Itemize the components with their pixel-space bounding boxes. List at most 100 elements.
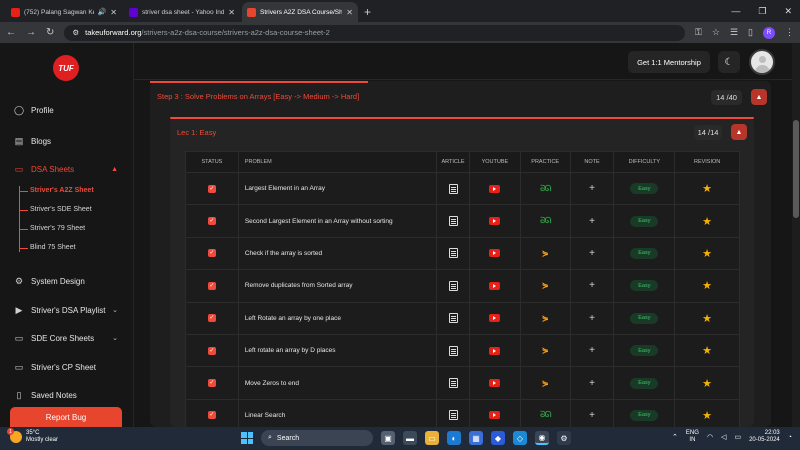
reload-icon[interactable]: ↻ bbox=[46, 27, 54, 38]
problem-name[interactable]: Left rotate an array by D places bbox=[239, 334, 438, 367]
minimize-icon[interactable]: — bbox=[731, 6, 740, 16]
browser-tab-youtube[interactable]: (752) Palang Sagwan Ke | Kh 🔊 ✕ bbox=[6, 2, 122, 22]
gfg-icon[interactable]: ᘐᘏ bbox=[540, 184, 551, 194]
volume-icon[interactable]: ◁ bbox=[721, 433, 726, 441]
youtube-icon[interactable] bbox=[489, 346, 501, 355]
chrome-icon[interactable]: ◉ bbox=[535, 431, 549, 445]
revision-star-icon[interactable]: ★ bbox=[702, 182, 712, 195]
gfg-icon[interactable]: ᘐᘏ bbox=[540, 216, 551, 226]
tray-chevron-icon[interactable]: ⌃ bbox=[672, 433, 678, 441]
url-field[interactable]: ⚙ takeuforward.org/strivers-a2z-dsa-cour… bbox=[64, 24, 686, 41]
edge-icon[interactable]: ◐ bbox=[447, 431, 461, 445]
youtube-icon[interactable] bbox=[489, 379, 501, 388]
article-icon[interactable] bbox=[448, 248, 458, 259]
article-icon[interactable] bbox=[448, 378, 458, 389]
file-explorer-icon[interactable]: ▭ bbox=[425, 431, 439, 445]
wifi-icon[interactable]: ◠ bbox=[707, 433, 713, 441]
sidebar-icon[interactable]: ▯ bbox=[748, 27, 753, 38]
codingninjas-icon[interactable]: ⋟ bbox=[542, 314, 549, 323]
codingninjas-icon[interactable]: ⋟ bbox=[542, 249, 549, 258]
sidebar-item-dsa-playlist[interactable]: ▶ Striver's DSA Playlist ⌄ bbox=[14, 305, 126, 315]
sidebar-item-system-design[interactable]: ⚙ System Design bbox=[14, 276, 126, 286]
close-tab-icon[interactable]: ✕ bbox=[110, 8, 117, 17]
article-icon[interactable] bbox=[448, 313, 458, 324]
language-indicator[interactable]: ENG IN bbox=[686, 430, 699, 444]
status-checkbox[interactable]: ✓ bbox=[207, 217, 216, 226]
scrollbar-thumb[interactable] bbox=[793, 120, 799, 218]
codingninjas-icon[interactable]: ⋟ bbox=[542, 281, 549, 290]
sidebar-item-blogs[interactable]: ▤ Blogs bbox=[14, 136, 126, 146]
tuf-logo[interactable]: TUF bbox=[53, 55, 79, 81]
user-avatar[interactable] bbox=[749, 49, 775, 75]
subitem-79-sheet[interactable]: Striver's 79 Sheet bbox=[30, 225, 85, 232]
close-tab-icon[interactable]: ✕ bbox=[346, 8, 353, 17]
notification-icon[interactable]: ◔ bbox=[788, 434, 792, 441]
add-note-icon[interactable]: + bbox=[589, 410, 595, 421]
revision-star-icon[interactable]: ★ bbox=[702, 377, 712, 390]
lecture-collapse-button[interactable]: ▲ bbox=[731, 124, 747, 140]
youtube-icon[interactable] bbox=[489, 411, 501, 420]
step-title[interactable]: Step 3 : Solve Problems on Arrays [Easy … bbox=[157, 92, 359, 101]
add-note-icon[interactable]: + bbox=[589, 183, 595, 194]
revision-star-icon[interactable]: ★ bbox=[702, 312, 712, 325]
sidebar-item-dsa-sheets[interactable]: ▭ DSA Sheets ▲ bbox=[14, 164, 126, 174]
star-bookmark-icon[interactable]: ☆ bbox=[712, 27, 720, 38]
status-checkbox[interactable]: ✓ bbox=[207, 379, 216, 388]
problem-name[interactable]: Remove duplicates from Sorted array bbox=[239, 270, 438, 302]
task-view-icon[interactable]: ▣ bbox=[381, 431, 395, 445]
chat-icon[interactable]: ▬ bbox=[403, 431, 417, 445]
add-note-icon[interactable]: + bbox=[589, 280, 595, 291]
scrollbar[interactable] bbox=[792, 43, 800, 427]
browser-tab-striver[interactable]: Strivers A2Z DSA Course/Sheet ✕ bbox=[242, 2, 358, 22]
reading-list-icon[interactable]: ☰ bbox=[730, 27, 738, 38]
sidebar-item-profile[interactable]: ◯ Profile bbox=[14, 105, 126, 115]
windows-start-icon[interactable] bbox=[241, 432, 253, 444]
close-tab-icon[interactable]: ✕ bbox=[228, 8, 235, 17]
add-note-icon[interactable]: + bbox=[589, 378, 595, 389]
codingninjas-icon[interactable]: ⋟ bbox=[542, 379, 549, 388]
status-checkbox[interactable]: ✓ bbox=[207, 281, 216, 290]
gfg-icon[interactable]: ᘐᘏ bbox=[540, 410, 551, 420]
add-note-icon[interactable]: + bbox=[589, 345, 595, 356]
browser-tab-yahoo[interactable]: striver dsa sheet - Yahoo India S ✕ bbox=[124, 2, 240, 22]
forward-icon[interactable]: → bbox=[26, 27, 36, 38]
status-checkbox[interactable]: ✓ bbox=[207, 249, 216, 258]
app-icon[interactable]: ◆ bbox=[491, 431, 505, 445]
youtube-icon[interactable] bbox=[489, 314, 501, 323]
key-icon[interactable]: ⚿ bbox=[695, 27, 702, 38]
article-icon[interactable] bbox=[448, 410, 458, 421]
weather-widget[interactable]: 1 35°C Mostly clear bbox=[7, 428, 58, 444]
lecture-title[interactable]: Lec 1: Easy bbox=[177, 128, 216, 137]
sidebar-item-cp-sheet[interactable]: ▭ Striver's CP Sheet bbox=[14, 362, 126, 372]
problem-name[interactable]: Move Zeros to end bbox=[239, 367, 438, 399]
revision-star-icon[interactable]: ★ bbox=[702, 279, 712, 292]
youtube-icon[interactable] bbox=[489, 281, 501, 290]
problem-name[interactable]: Largest Element in an Array bbox=[239, 173, 438, 205]
add-note-icon[interactable]: + bbox=[589, 313, 595, 324]
codingninjas-icon[interactable]: ⋟ bbox=[542, 346, 549, 355]
article-icon[interactable] bbox=[448, 280, 458, 291]
dark-mode-toggle-icon[interactable]: ☾ bbox=[718, 51, 740, 73]
report-bug-button[interactable]: Report Bug bbox=[10, 407, 122, 427]
status-checkbox[interactable]: ✓ bbox=[207, 346, 216, 355]
youtube-icon[interactable] bbox=[489, 217, 501, 226]
settings-icon[interactable]: ⚙ bbox=[557, 431, 571, 445]
profile-avatar[interactable]: R bbox=[763, 26, 775, 39]
problem-name[interactable]: Second Largest Element in an Array witho… bbox=[239, 205, 438, 237]
revision-star-icon[interactable]: ★ bbox=[702, 409, 712, 422]
mentorship-button[interactable]: Get 1:1 Mentorship bbox=[628, 51, 710, 73]
taskbar-search[interactable]: ⌕ Search bbox=[261, 430, 373, 446]
article-icon[interactable] bbox=[448, 183, 458, 194]
clock[interactable]: 22:03 20-05-2024 bbox=[749, 430, 780, 444]
youtube-icon[interactable] bbox=[489, 184, 501, 193]
status-checkbox[interactable]: ✓ bbox=[207, 411, 216, 420]
problem-name[interactable]: Left Rotate an array by one place bbox=[239, 302, 438, 334]
problem-name[interactable]: Check if the array is sorted bbox=[239, 237, 438, 270]
youtube-icon[interactable] bbox=[489, 249, 501, 258]
subitem-sde-sheet[interactable]: Striver's SDE Sheet bbox=[30, 206, 92, 213]
step-collapse-button[interactable]: ▲ bbox=[751, 89, 767, 105]
add-note-icon[interactable]: + bbox=[589, 248, 595, 259]
sidebar-item-saved-notes[interactable]: ▯ Saved Notes bbox=[14, 390, 126, 400]
subitem-blind-75[interactable]: Blind 75 Sheet bbox=[30, 244, 76, 251]
maximize-icon[interactable]: ❐ bbox=[758, 6, 766, 17]
